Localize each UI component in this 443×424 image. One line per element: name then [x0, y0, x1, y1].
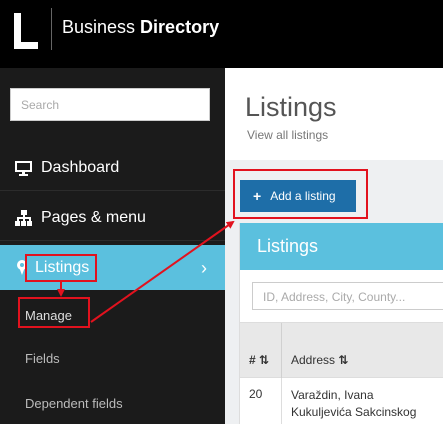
column-divider: [281, 378, 282, 424]
sidebar-item-dashboard[interactable]: Dashboard: [0, 145, 225, 190]
sidebar-item-pages-menu[interactable]: Pages & menu: [0, 195, 225, 240]
chevron-right-icon: ›: [201, 258, 207, 278]
table-cell-address: Varaždin, Ivana Kukuljevića Sakcinskog: [291, 388, 417, 419]
submenu-item-fields[interactable]: Fields: [25, 351, 60, 366]
column-header-id[interactable]: # ⇅: [249, 353, 269, 367]
submenu-item-dependent-fields[interactable]: Dependent fields: [25, 396, 123, 411]
sidebar-item-label: Pages & menu: [41, 208, 146, 226]
sidebar-item-label: Dashboard: [41, 158, 120, 176]
divider: [0, 240, 225, 241]
sidebar-search-input[interactable]: Search: [10, 88, 210, 121]
sort-icon: ⇅: [338, 353, 349, 367]
annotation-box-manage: [18, 297, 90, 328]
page-header: Listings View all listings: [225, 68, 443, 160]
filter-input[interactable]: ID, Address, City, County...: [252, 282, 443, 310]
listings-panel: Listings ID, Address, City, County... # …: [239, 223, 443, 424]
page-subtitle: View all listings: [247, 128, 329, 142]
column-divider: [281, 323, 282, 379]
header-divider: [51, 8, 52, 50]
app-title: Business Directory: [62, 17, 220, 37]
table-header: # ⇅ Address ⇅: [240, 322, 443, 379]
divider: [0, 190, 225, 191]
sidebar: Search Dashboard Pages & menu Listings ›…: [0, 68, 225, 424]
monitor-icon: [15, 160, 33, 176]
sitemap-icon: [15, 209, 33, 226]
table-cell-id: 20: [249, 387, 263, 401]
annotation-box-listings: [25, 254, 97, 282]
logo-icon[interactable]: [12, 10, 42, 52]
top-bar: Business Directory: [0, 0, 443, 68]
page-title: Listings: [245, 92, 337, 122]
main-content: Listings View all listings + Add a listi…: [225, 68, 443, 424]
sort-icon: ⇅: [259, 353, 270, 367]
column-header-address[interactable]: Address ⇅: [291, 353, 348, 367]
annotation-box-add-listing: [233, 169, 368, 219]
panel-heading: Listings: [240, 223, 443, 270]
